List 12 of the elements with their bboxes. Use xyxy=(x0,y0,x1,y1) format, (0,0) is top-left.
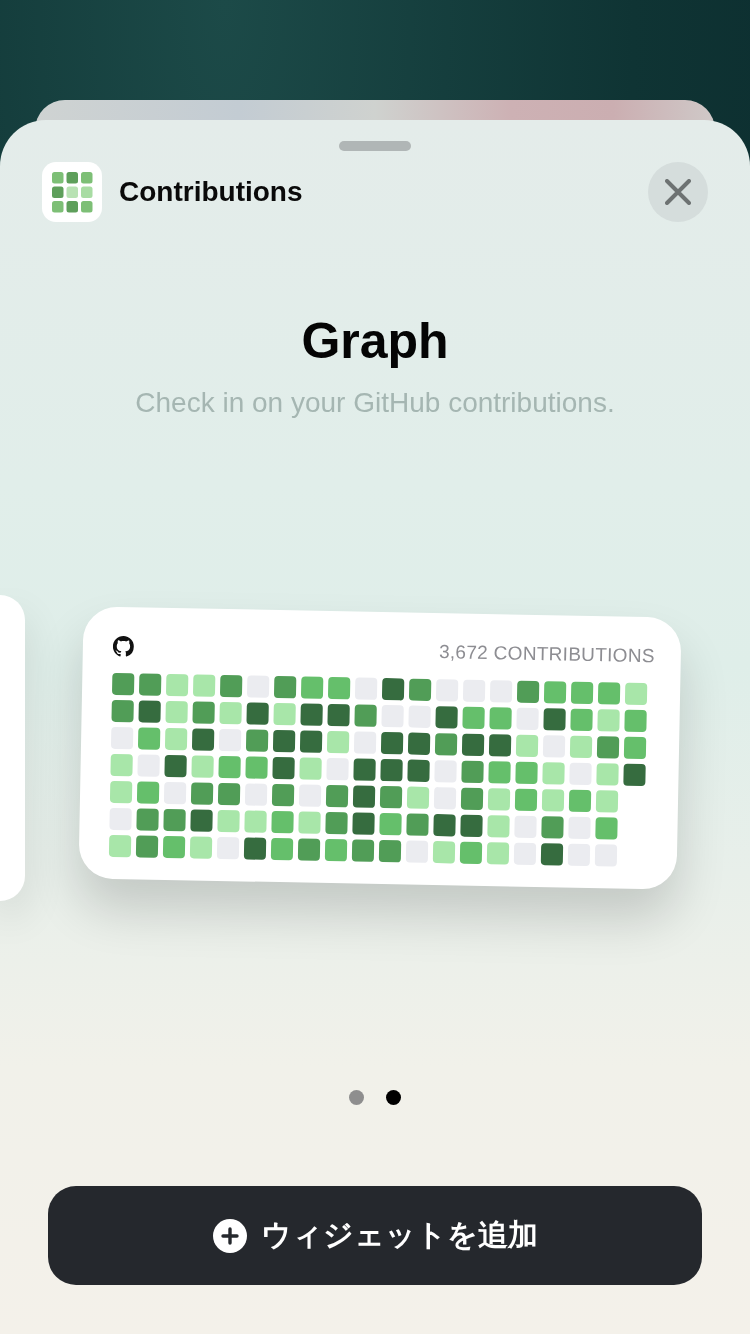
app-name: Contributions xyxy=(119,176,303,208)
sheet-handle[interactable] xyxy=(339,141,411,151)
github-logo-icon xyxy=(112,635,135,657)
contribution-count: 3,672 CONTRIBUTIONS xyxy=(438,641,655,668)
widget-title: Graph xyxy=(300,312,450,371)
plus-circle-icon xyxy=(212,1218,247,1253)
add-widget-button[interactable]: ウィジェットを追加 xyxy=(48,1186,702,1285)
page-dot-icon[interactable] xyxy=(386,1090,401,1105)
grid-app-icon xyxy=(42,162,102,222)
page-dot-icon[interactable] xyxy=(349,1090,364,1105)
close-icon xyxy=(665,179,691,205)
widget-description: Check in on your GitHub contributions. xyxy=(134,386,616,420)
